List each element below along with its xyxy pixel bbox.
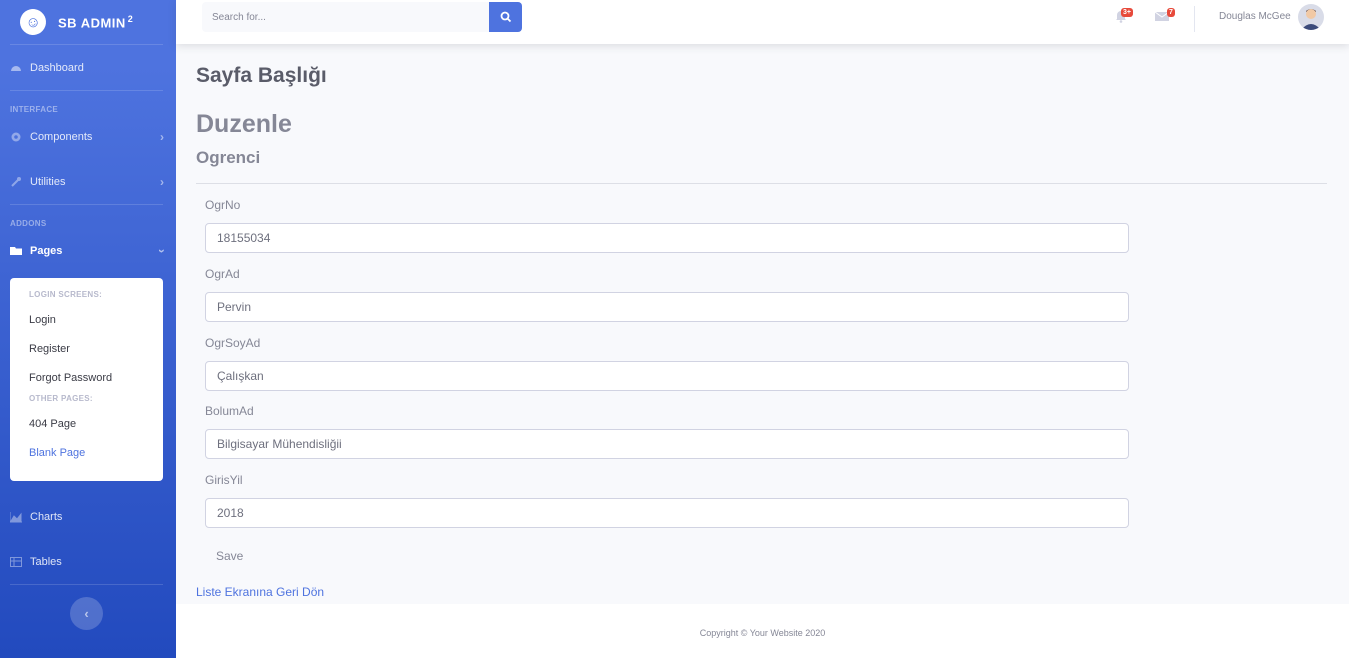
sidebar-item-label: Tables [30,555,62,568]
girisyil-field[interactable] [205,498,1129,528]
sidebar-item-label: Charts [30,510,63,523]
form-heading: Duzenle [196,110,292,138]
alerts-count-badge: 3+ [1121,8,1133,17]
submenu-item-register[interactable]: Register [10,338,163,367]
sidebar-item-utilities[interactable]: Utilities › [0,159,176,204]
ogrno-field[interactable] [205,223,1129,253]
sidebar-item-components[interactable]: Components › [0,114,176,159]
folder-icon [10,246,22,255]
bolumad-field[interactable] [205,429,1129,459]
sidebar: ☺ SB ADMIN 2 Dashboard INTERFACE Componen… [0,0,176,658]
field-group-ograd: OgrAd [205,267,1129,322]
wrench-icon [11,176,21,187]
field-label: BolumAd [205,404,254,418]
field-group-girisyil: GirisYil [205,473,1129,528]
search-input[interactable] [202,2,489,32]
sidebar-item-label: Pages [30,244,63,257]
form-subheading: Ogrenci [196,148,261,167]
submenu-item-login[interactable]: Login [10,309,163,338]
user-name[interactable]: Douglas McGee [1219,11,1291,22]
chevron-right-icon: › [160,174,164,189]
sidebar-divider [10,584,163,585]
chevron-left-icon: ‹ [84,606,89,621]
topbar: 3+ 7 Douglas McGee [176,0,1349,44]
copyright-text: Copyright © Your Website 2020 [699,628,826,638]
sidebar-item-label: Components [30,130,93,143]
brand-name: SB ADMIN 2 [58,13,134,31]
field-label: OgrNo [205,198,241,212]
sidebar-toggle-button[interactable]: ‹ [70,597,103,630]
sidebar-item-dashboard[interactable]: Dashboard [0,45,176,90]
cog-icon [11,132,21,141]
ogrsoyad-field[interactable] [205,361,1129,391]
field-label: OgrSoyAd [205,336,261,350]
field-group-ogrno: OgrNo [205,198,1129,253]
back-to-list-link[interactable]: Liste Ekranına Geri Dön [196,585,324,599]
submenu-item-404[interactable]: 404 Page [10,413,163,442]
page-title: Sayfa Başlığı [196,64,327,87]
horizontal-rule [196,183,1327,184]
sidebar-item-pages[interactable]: Pages › [0,228,176,273]
sidebar-item-label: Utilities [30,175,66,188]
ograd-field[interactable] [205,292,1129,322]
topbar-divider [1194,6,1195,32]
field-label: OgrAd [205,267,240,281]
tachometer-icon [11,65,21,71]
pages-submenu: LOGIN SCREENS: Login Register Forgot Pas… [10,278,163,481]
messages-count-badge: 7 [1167,8,1175,17]
laugh-wink-icon: ☺ [17,6,49,38]
submenu-item-blank[interactable]: Blank Page [10,442,163,471]
table-icon [10,556,22,567]
save-button[interactable]: Save [205,541,254,571]
sidebar-item-tables[interactable]: Tables [0,539,176,584]
field-label: GirisYil [205,473,243,487]
sidebar-item-label: Dashboard [30,61,84,74]
footer: Copyright © Your Website 2020 [176,604,1349,658]
search-button[interactable] [489,2,522,32]
submenu-header-login: LOGIN SCREENS: [29,290,103,299]
chart-area-icon [10,511,22,522]
field-group-bolumad: BolumAd [205,404,1129,459]
search-icon [500,11,511,23]
sidebar-item-charts[interactable]: Charts [0,494,176,539]
field-group-ogrsoyad: OgrSoyAd [205,336,1129,391]
sidebar-brand[interactable]: ☺ SB ADMIN 2 [0,0,176,44]
search-form [202,2,522,32]
submenu-header-other: OTHER PAGES: [29,394,93,403]
user-avatar-icon[interactable] [1298,4,1324,30]
chevron-right-icon: › [160,129,164,144]
chevron-down-icon: › [155,248,169,253]
